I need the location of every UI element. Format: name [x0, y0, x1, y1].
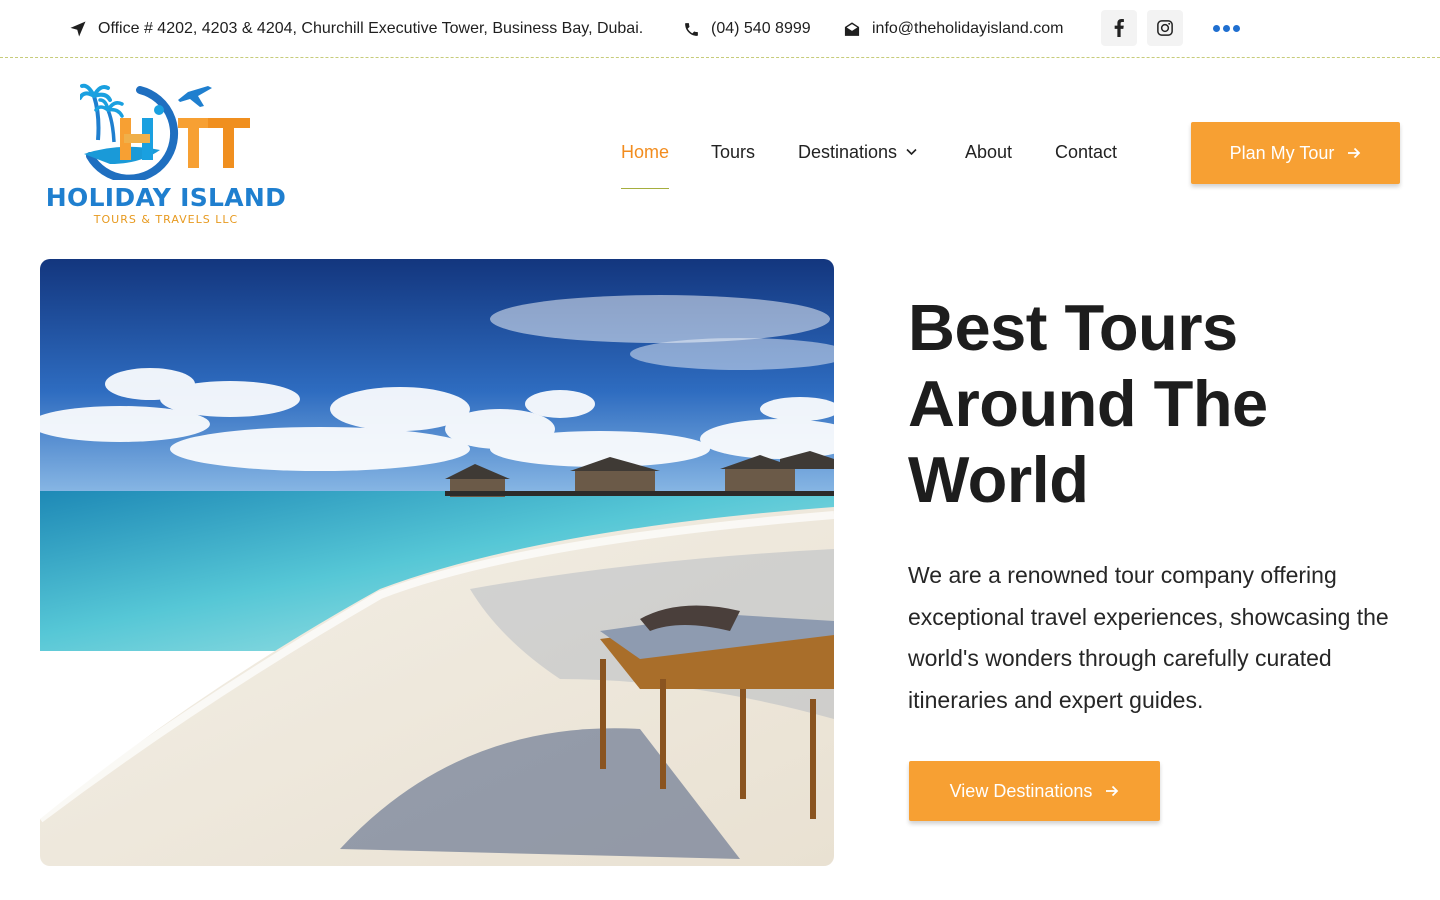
nav-contact-label: Contact [1055, 141, 1118, 162]
arrow-right-icon [1348, 147, 1361, 159]
nav-tours-label: Tours [711, 141, 756, 162]
hero-title: Best Tours Around The World [908, 290, 1408, 518]
nav-item-destinations[interactable]: Destinations [798, 122, 917, 182]
instagram-link[interactable] [1147, 10, 1183, 46]
site-logo[interactable]: HOLIDAY ISLAND TOURS & TRAVELS LLC [38, 80, 294, 230]
nav-destinations-label: Destinations [798, 141, 898, 162]
logo-emblem [80, 83, 250, 180]
facebook-icon [1114, 19, 1124, 37]
plan-my-tour-label: Plan My Tour [1229, 142, 1335, 163]
top-info-bar: Office # 4202, 4203 & 4204, Churchill Ex… [0, 0, 1440, 58]
nav-item-tours[interactable]: Tours [711, 122, 755, 182]
envelope-open-icon [844, 21, 860, 36]
plan-my-tour-button[interactable]: Plan My Tour [1191, 122, 1400, 184]
hero-title-line-1: Best Tours [908, 291, 1238, 364]
phone-text: (04) 540 8999 [711, 20, 811, 37]
nav-item-contact[interactable]: Contact [1055, 122, 1117, 182]
view-destinations-label: View Destinations [949, 780, 1093, 801]
nav-item-home[interactable]: Home [621, 122, 670, 189]
phone-item[interactable]: (04) 540 8999 [683, 0, 811, 58]
chevron-down-icon [906, 148, 917, 156]
address-text: Office # 4202, 4203 & 4204, Churchill Ex… [98, 20, 644, 37]
phone-icon [685, 22, 698, 36]
arrow-right-icon [1106, 785, 1119, 797]
more-dots-icon[interactable] [1211, 19, 1241, 37]
nav-item-about[interactable]: About [965, 122, 1012, 182]
email-text: info@theholidayisland.com [872, 20, 1064, 37]
address-item: Office # 4202, 4203 & 4204, Churchill Ex… [69, 0, 643, 58]
hero-description: We are a renowned tour company offering … [908, 562, 1389, 713]
facebook-link[interactable] [1101, 10, 1137, 46]
instagram-icon [1157, 20, 1173, 36]
hero-title-line-3: World [908, 443, 1089, 516]
hero-title-line-2: Around The [908, 367, 1268, 440]
logo-subtitle: TOURS & TRAVELS LLC [93, 213, 239, 226]
hero-beach-image [40, 259, 834, 866]
view-destinations-button[interactable]: View Destinations [909, 761, 1160, 821]
logo-title: HOLIDAY ISLAND [45, 183, 287, 212]
email-item[interactable]: info@theholidayisland.com [843, 0, 1063, 58]
nav-about-label: About [965, 141, 1013, 162]
nav-home-label: Home [621, 141, 670, 162]
location-arrow-icon [70, 21, 86, 37]
